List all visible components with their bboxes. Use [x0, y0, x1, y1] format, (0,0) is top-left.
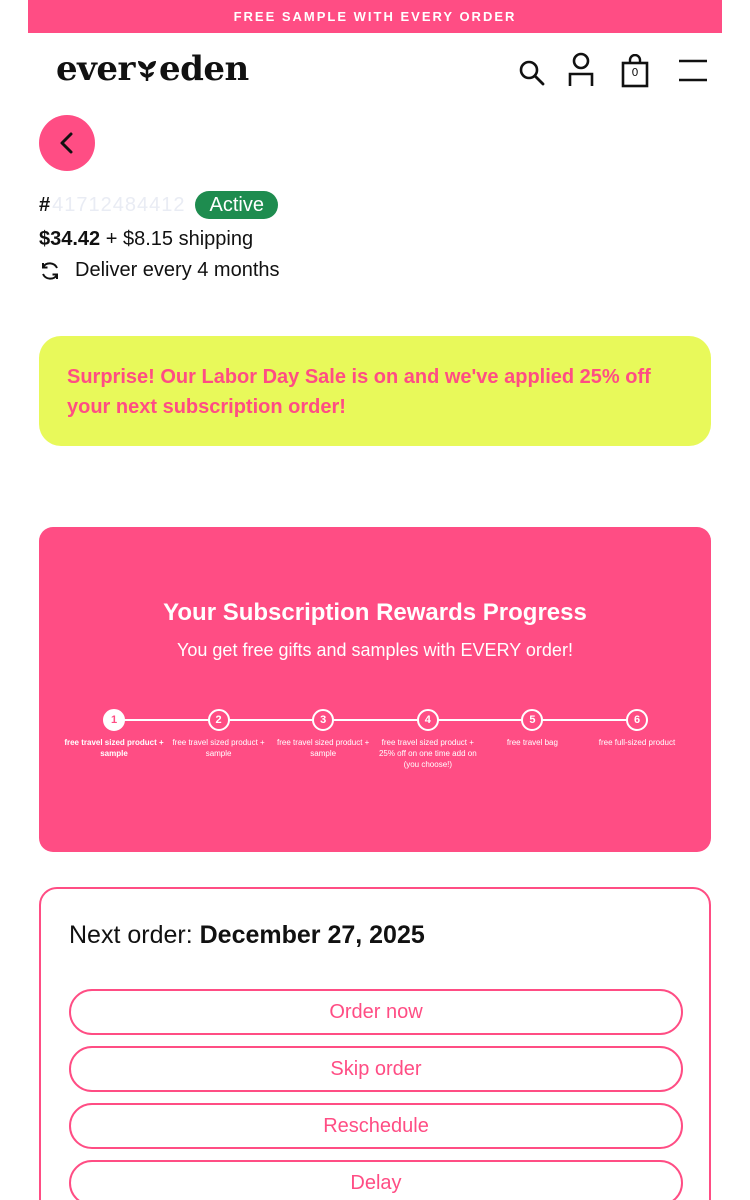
rewards-subtitle: You get free gifts and samples with EVER…: [177, 640, 573, 660]
cart-button[interactable]: 0: [621, 54, 649, 88]
promo-text: FREE SAMPLE WITH EVERY ORDER: [233, 9, 517, 24]
rewards-progress-card: Your Subscription Rewards Progress You g…: [39, 527, 711, 852]
delivery-frequency: Deliver every 4 months: [75, 259, 280, 281]
reward-step-2: 2 free travel sized product + sample: [164, 709, 274, 759]
search-button[interactable]: [518, 59, 546, 87]
reward-step-circle: 3: [312, 709, 335, 731]
delivery-row: Deliver every 4 months: [39, 259, 280, 282]
subscription-id-row: # 41712484412 Active: [39, 190, 280, 220]
reward-step-label: free travel sized product + sample: [64, 738, 164, 758]
reward-step-label: free travel bag: [506, 738, 558, 747]
reward-step-1: 1 free travel sized product + sample: [59, 709, 169, 759]
sale-banner-text: Surprise! Our Labor Day Sale is on and w…: [67, 366, 651, 418]
rewards-title: Your Subscription Rewards Progress: [163, 599, 587, 626]
logo-text-left: ever: [56, 49, 135, 89]
subscription-id: 41712484412: [52, 193, 186, 216]
chevron-left-icon: [60, 132, 73, 154]
next-order-label: Next order:: [69, 921, 200, 949]
next-order-date: December 27, 2025: [199, 921, 425, 949]
reward-step-3: 3 free travel sized product + sample: [268, 709, 378, 759]
site-header: ever eden 0: [0, 33, 750, 108]
reward-step-label: free full-sized product: [598, 738, 676, 747]
subscription-price: $34.42: [39, 228, 101, 250]
search-icon: [519, 60, 545, 86]
reward-step-circle: 2: [207, 709, 230, 731]
menu-button[interactable]: [679, 59, 707, 83]
shipping-text: + $8.15 shipping: [100, 228, 254, 250]
logo[interactable]: ever eden: [56, 49, 249, 89]
status-badge: Active: [195, 191, 278, 219]
reward-step-5: 5 free travel bag: [477, 709, 587, 748]
reward-step-circle: 5: [521, 709, 544, 731]
hash-symbol: #: [39, 193, 51, 216]
reward-step-label: free travel sized product + sample: [172, 738, 265, 758]
reward-step-label: free travel sized product + 25% off on o…: [378, 738, 477, 769]
next-order-card: Next order: December 27, 2025 Order now …: [39, 887, 711, 1200]
reward-step-circle: 6: [626, 709, 648, 731]
reschedule-button[interactable]: Reschedule: [69, 1103, 683, 1149]
reward-step-label: free travel sized product + sample: [277, 738, 370, 758]
order-now-button[interactable]: Order now: [69, 989, 683, 1035]
promo-bar: FREE SAMPLE WITH EVERY ORDER: [28, 0, 722, 33]
sale-banner: Surprise! Our Labor Day Sale is on and w…: [39, 336, 711, 446]
next-order-heading: Next order: December 27, 2025: [69, 921, 425, 950]
delay-button[interactable]: Delay: [69, 1160, 683, 1200]
account-icon: [568, 52, 594, 86]
price-row: $34.42 + $8.15 shipping: [39, 228, 280, 251]
subscription-info: # 41712484412 Active $34.42 + $8.15 ship…: [39, 190, 280, 282]
refresh-icon: [42, 261, 58, 280]
account-button[interactable]: [567, 52, 595, 88]
sprout-icon: [137, 61, 156, 81]
skip-order-button[interactable]: Skip order: [69, 1046, 683, 1092]
back-button[interactable]: [39, 115, 95, 171]
reward-step-circle: 1: [103, 709, 125, 731]
cart-count: 0: [631, 66, 639, 79]
menu-icon: [679, 59, 707, 82]
reward-step-4: 4 free travel sized product + 25% off on …: [373, 709, 483, 770]
logo-text-right: eden: [158, 49, 249, 89]
reward-step-6: 6 free full-sized product: [582, 709, 692, 748]
reward-step-circle: 4: [416, 709, 439, 731]
